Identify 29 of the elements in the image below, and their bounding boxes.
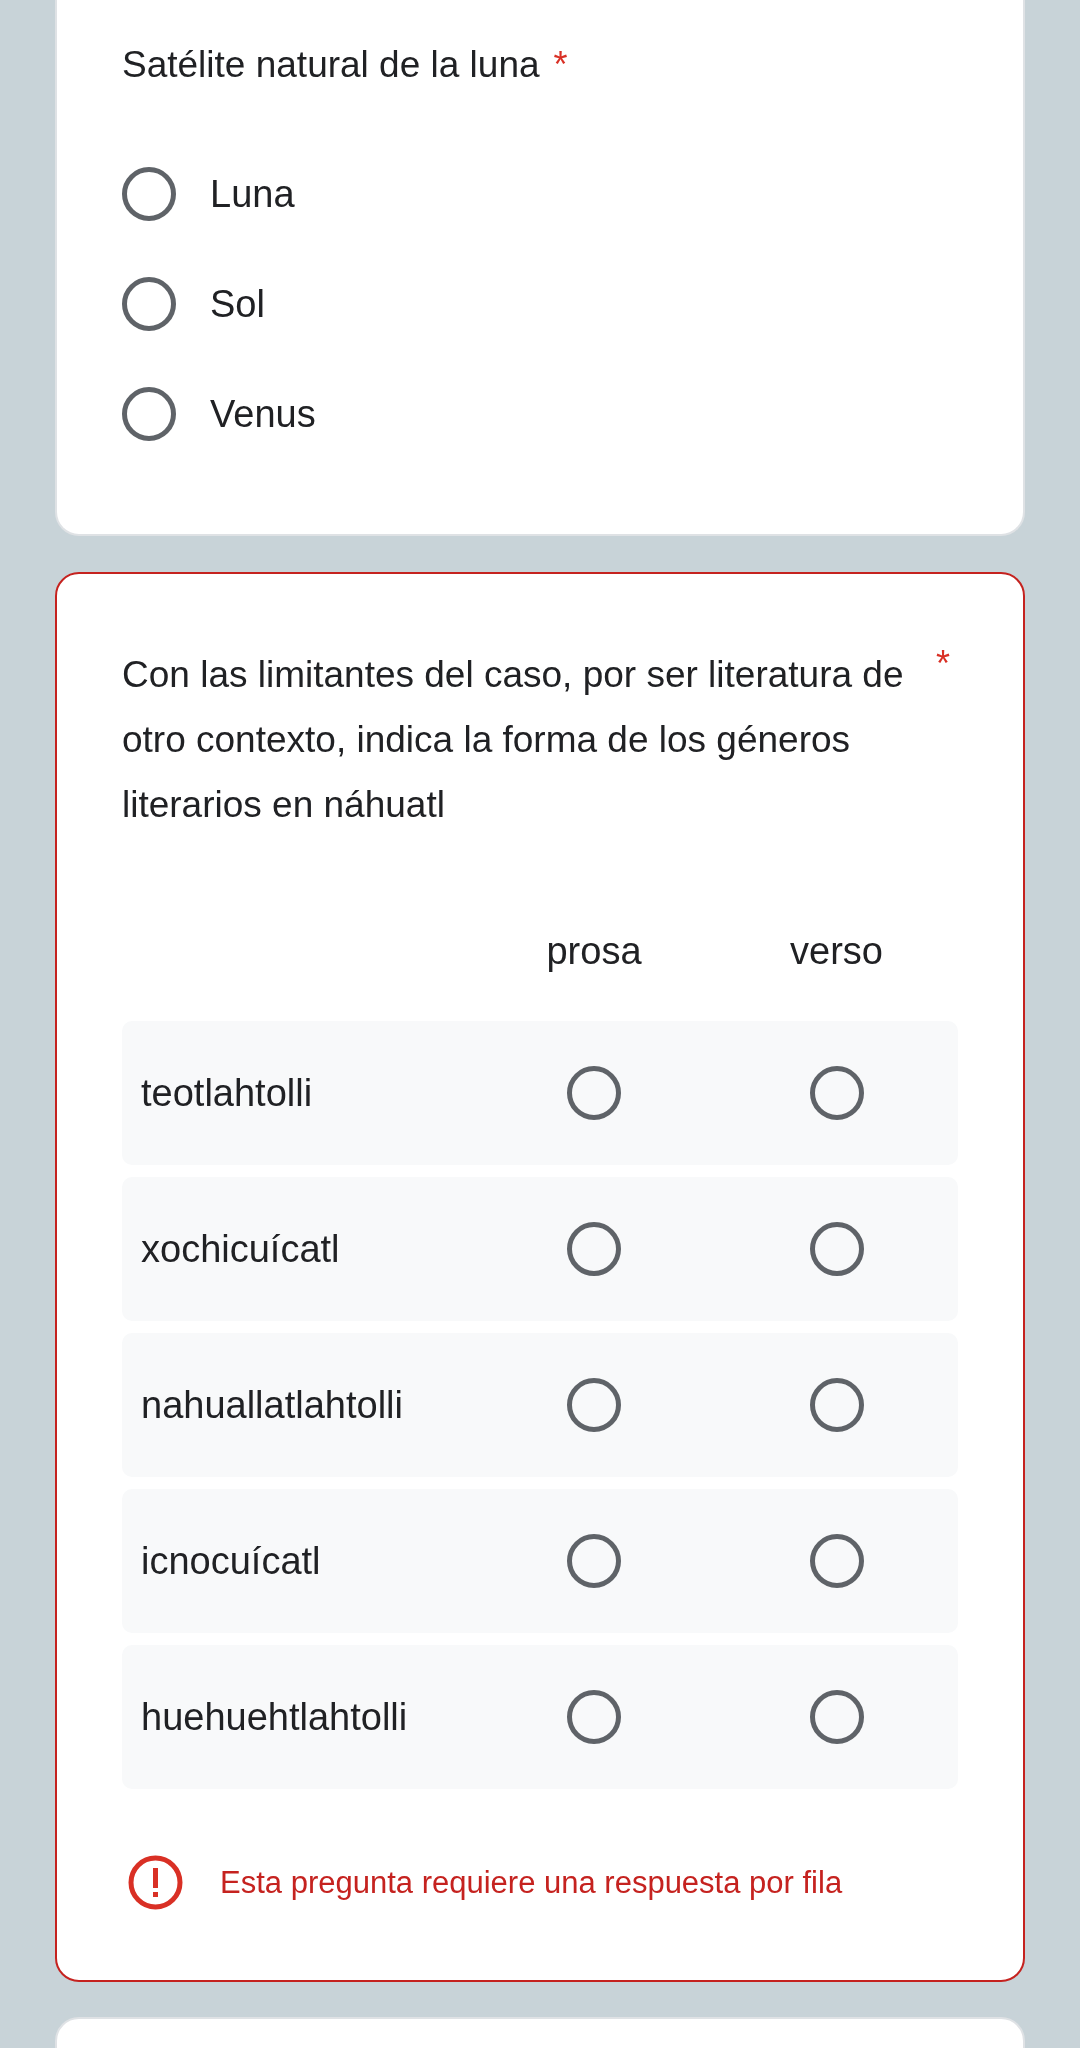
radio-button[interactable] — [567, 1378, 621, 1432]
option-label[interactable]: Sol — [210, 277, 265, 331]
radio-button[interactable] — [122, 167, 176, 221]
radio-button[interactable] — [567, 1534, 621, 1588]
column-header: verso — [790, 929, 883, 974]
required-asterisk: * — [553, 43, 568, 87]
row-label: huehuehtlahtolli — [140, 1695, 408, 1740]
question-title: Satélite natural de la luna — [122, 43, 540, 87]
radio-button[interactable] — [809, 1222, 864, 1276]
row-label: xochicuícatl — [140, 1227, 340, 1272]
error-icon — [128, 1855, 183, 1910]
error-message: Esta pregunta requiere una respuesta por fila — [220, 1863, 843, 1902]
radio-button[interactable] — [122, 277, 176, 331]
radio-button[interactable] — [809, 1534, 864, 1588]
option-label[interactable]: Venus — [210, 387, 316, 441]
row-label: icnocuícatl — [140, 1539, 321, 1584]
radio-button[interactable] — [809, 1378, 864, 1432]
question-title: Con las limitantes del caso, por ser literatura de otro contexto, indica la forma de los géneros literarios en náhuatl — [122, 653, 905, 827]
option-label[interactable]: Luna — [210, 167, 295, 221]
radio-button[interactable] — [567, 1222, 621, 1276]
radio-button[interactable] — [567, 1690, 621, 1744]
radio-button[interactable] — [122, 387, 176, 441]
row-label: teotlahtolli — [140, 1071, 313, 1116]
row-label: nahuallatlahtolli — [140, 1383, 403, 1428]
radio-button[interactable] — [567, 1066, 621, 1120]
column-header: prosa — [546, 929, 642, 974]
radio-button[interactable] — [809, 1066, 864, 1120]
radio-button[interactable] — [809, 1690, 864, 1744]
required-asterisk: * — [936, 642, 950, 686]
